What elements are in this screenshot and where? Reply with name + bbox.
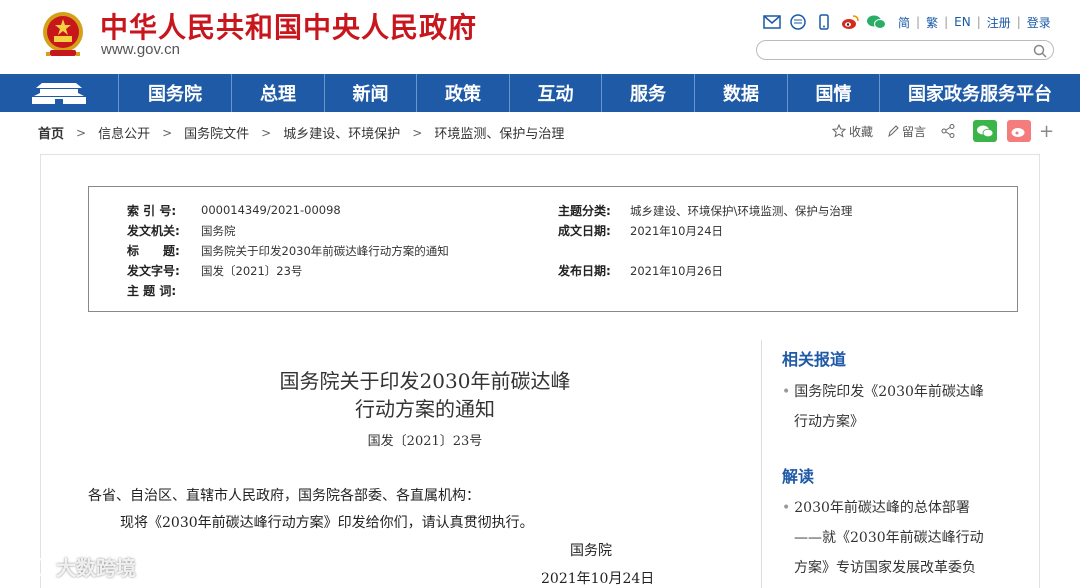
watermark-text: 大数跨境: [56, 556, 136, 580]
interpretation-heading: 解读: [782, 467, 815, 486]
document-title: 国务院关于印发2030年前碳达峰 行动方案的通知: [200, 367, 650, 423]
star-icon: [832, 124, 846, 138]
related-reports-heading: 相关报道: [782, 350, 847, 369]
message-icon[interactable]: [788, 13, 808, 31]
separator: |: [916, 15, 921, 29]
breadcrumb-urban-env[interactable]: 城乡建设、环境保护: [283, 123, 400, 142]
interpretation-link[interactable]: • 2030年前碳达峰的总体部署 ——就《2030年前碳达峰行动 方案》专访国家发…: [782, 493, 1022, 583]
related-report-line-1[interactable]: 国务院印发《2030年前碳达峰: [794, 384, 984, 400]
meta-subject-label: 主 题 词:: [127, 284, 177, 298]
share-wechat-icon[interactable]: [973, 120, 998, 142]
nav-home-tiananmen-icon[interactable]: [0, 74, 119, 112]
separator: |: [1016, 15, 1021, 29]
comment-button[interactable]: 留言: [887, 123, 926, 140]
interpretation-line-1[interactable]: 2030年前碳达峰的总体部署: [794, 500, 970, 516]
breadcrumb-home[interactable]: 首页: [38, 123, 64, 142]
mobile-icon[interactable]: [814, 13, 834, 31]
document-title-line-1: 国务院关于印发2030年前碳达峰: [279, 369, 571, 393]
language-links: 简 | 繁 | EN | 注册 | 登录: [898, 14, 1051, 31]
main-nav: 国务院 总理 新闻 政策 互动 服务 数据 国情 国家政务服务平台: [0, 74, 1080, 112]
separator: |: [976, 15, 981, 29]
favorite-button[interactable]: 收藏: [832, 123, 873, 140]
meta-published-value: 2021年10月26日: [630, 264, 724, 278]
meta-org-value: 国务院: [201, 224, 236, 238]
meta-created-value: 2021年10月24日: [630, 224, 724, 238]
login-link[interactable]: 登录: [1027, 14, 1051, 31]
breadcrumb-env-monitoring[interactable]: 环境监测、保护与治理: [434, 123, 564, 142]
nav-gov-service-platform[interactable]: 国家政务服务平台: [880, 74, 1080, 112]
search-box: [756, 40, 1054, 61]
nav-news[interactable]: 新闻: [325, 74, 417, 112]
lang-english[interactable]: EN: [954, 15, 971, 29]
national-emblem-icon[interactable]: [40, 10, 86, 60]
interpretation-line-3[interactable]: 方案》专访国家发展改革委负: [782, 553, 1022, 583]
nav-interaction[interactable]: 互动: [510, 74, 602, 112]
document-title-line-2: 行动方案的通知: [355, 397, 495, 421]
search-icon[interactable]: [1033, 43, 1047, 58]
meta-index-label: 索 引 号:: [127, 204, 177, 218]
mail-icon[interactable]: [762, 13, 782, 31]
bullet-icon: •: [782, 384, 791, 400]
nav-premier[interactable]: 总理: [232, 74, 325, 112]
related-report-link[interactable]: • 国务院印发《2030年前碳达峰 行动方案》: [782, 377, 1022, 437]
meta-published-label: 发布日期:: [558, 264, 611, 278]
search-input[interactable]: [767, 43, 1027, 61]
meta-category-label: 主题分类:: [558, 204, 611, 218]
document-number: 国发〔2021〕23号: [367, 434, 483, 449]
header-tools: 简 | 繁 | EN | 注册 | 登录: [762, 12, 1051, 32]
meta-index-value: 000014349/2021-00098: [201, 203, 341, 217]
register-link[interactable]: 注册: [987, 14, 1011, 31]
nav-national-conditions[interactable]: 国情: [788, 74, 880, 112]
interpretation-line-2[interactable]: ——就《2030年前碳达峰行动: [782, 523, 1022, 553]
document-date: 2021年10月24日: [541, 571, 655, 587]
document-signer: 国务院: [570, 543, 612, 559]
bullet-icon: •: [782, 500, 791, 516]
share-button[interactable]: [940, 123, 959, 139]
watermark: 大数跨境: [6, 552, 136, 581]
meta-category-value: 城乡建设、环境保护\环境监测、保护与治理: [630, 204, 853, 218]
nav-services[interactable]: 服务: [602, 74, 695, 112]
nav-data[interactable]: 数据: [695, 74, 788, 112]
meta-title-value: 国务院关于印发2030年前碳达峰行动方案的通知: [201, 244, 449, 258]
meta-title-label: 标 题:: [127, 244, 180, 258]
breadcrumb-state-council-docs[interactable]: 国务院文件: [184, 123, 249, 142]
chevron-right-icon: >: [162, 125, 173, 140]
more-plus-icon[interactable]: +: [1039, 121, 1054, 142]
meta-created-label: 成文日期:: [558, 224, 611, 238]
meta-docnum-label: 发文字号:: [127, 264, 180, 278]
nav-policies[interactable]: 政策: [417, 74, 510, 112]
pencil-icon: [888, 125, 899, 138]
comment-label: 留言: [902, 124, 927, 139]
chevron-right-icon: >: [76, 125, 87, 140]
breadcrumb: 首页 > 信息公开 > 国务院文件 > 城乡建设、环境保护 > 环境监测、保护与…: [38, 123, 564, 143]
weibo-icon[interactable]: [840, 13, 860, 31]
favorite-label: 收藏: [849, 124, 874, 139]
breadcrumb-info-disclosure[interactable]: 信息公开: [98, 123, 150, 142]
meta-org-label: 发文机关:: [127, 224, 180, 238]
site-header: 中华人民共和国中央人民政府 www.gov.cn 简 | 繁 | EN | 注册…: [0, 0, 1080, 74]
lang-traditional[interactable]: 繁: [926, 14, 938, 31]
chevron-right-icon: >: [412, 125, 423, 140]
article-actions: 收藏 留言 +: [832, 120, 1054, 142]
separator: |: [944, 15, 949, 29]
document-salutation: 各省、自治区、直辖市人民政府，国务院各部委、各直属机构：: [88, 488, 480, 504]
site-url[interactable]: www.gov.cn: [101, 41, 180, 58]
share-icon: [941, 124, 955, 138]
sidebar-divider: [761, 340, 762, 588]
nav-state-council[interactable]: 国务院: [119, 74, 232, 112]
meta-docnum-value: 国发〔2021〕23号: [201, 264, 303, 278]
site-title[interactable]: 中华人民共和国中央人民政府: [100, 6, 477, 46]
wechat-icon[interactable]: [866, 13, 886, 31]
lang-simplified[interactable]: 简: [898, 14, 910, 31]
document-metadata-table: 索 引 号: 000014349/2021-00098 发文机关: 国务院 标 …: [88, 186, 1018, 312]
share-weibo-icon[interactable]: [1007, 120, 1032, 142]
watermark-logo-icon: [8, 556, 46, 577]
related-report-line-2[interactable]: 行动方案》: [782, 407, 1022, 437]
chevron-right-icon: >: [261, 125, 272, 140]
document-body: 现将《2030年前碳达峰行动方案》印发给你们，请认真贯彻执行。: [120, 515, 534, 531]
